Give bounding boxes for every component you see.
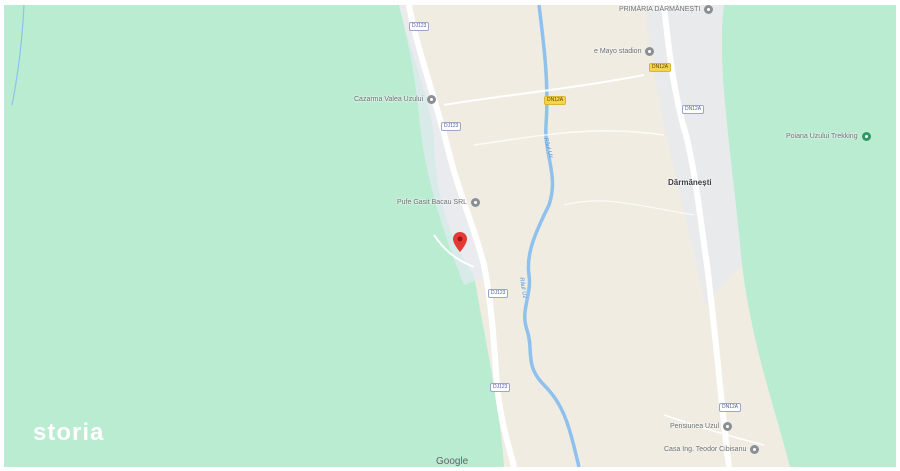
poi-label: PRIMĂRIA DĂRMĂNEȘTI xyxy=(619,6,701,13)
place-icon xyxy=(645,47,655,56)
road-shield: DJ123 xyxy=(441,122,462,131)
road-shield: DJ123 xyxy=(490,383,511,392)
place-icon xyxy=(427,95,437,104)
poi-label: Casa Ing. Teodor Cibisanu xyxy=(664,446,747,453)
road-shield: DN12A xyxy=(719,403,742,412)
place-icon xyxy=(723,422,733,431)
road-shield: DJ123 xyxy=(409,22,430,31)
location-pin-icon[interactable] xyxy=(453,232,467,252)
park-icon xyxy=(861,132,871,141)
poi-label: e Mayo stadion xyxy=(594,48,642,55)
poi-cazarma[interactable]: Cazarma Valea Uzului xyxy=(354,95,437,104)
poi-pensiune[interactable]: Pensiunea Uzul xyxy=(670,422,733,431)
road-shield: DN12A xyxy=(649,63,672,72)
town-label: Dărmănești xyxy=(668,178,712,187)
poi-business[interactable]: Pufe Gasit Bacau SRL xyxy=(397,198,481,207)
storia-watermark: storia xyxy=(33,419,105,446)
map-view[interactable]: PRIMĂRIA DĂRMĂNEȘTI e Mayo stadion Cazar… xyxy=(4,5,896,467)
poi-primaria[interactable]: PRIMĂRIA DĂRMĂNEȘTI xyxy=(619,5,714,14)
poi-label: Pufe Gasit Bacau SRL xyxy=(397,199,468,206)
business-icon xyxy=(471,198,481,207)
poi-label: Cazarma Valea Uzului xyxy=(354,96,424,103)
poi-label: Pensiunea Uzul xyxy=(670,423,720,430)
google-attribution: Google xyxy=(436,456,469,467)
poi-label: Poiana Uzului Trekking xyxy=(786,133,858,140)
poi-trekking[interactable]: Poiana Uzului Trekking xyxy=(786,132,871,141)
map-base xyxy=(4,5,896,467)
road-shield: DJ123 xyxy=(488,289,509,298)
road-shield: DN12A xyxy=(682,105,705,114)
road-shield: DN12A xyxy=(544,96,567,105)
landmark-icon xyxy=(704,5,714,14)
poi-stadion[interactable]: e Mayo stadion xyxy=(594,47,655,56)
poi-casa[interactable]: Casa Ing. Teodor Cibisanu xyxy=(664,445,760,454)
place-icon xyxy=(750,445,760,454)
